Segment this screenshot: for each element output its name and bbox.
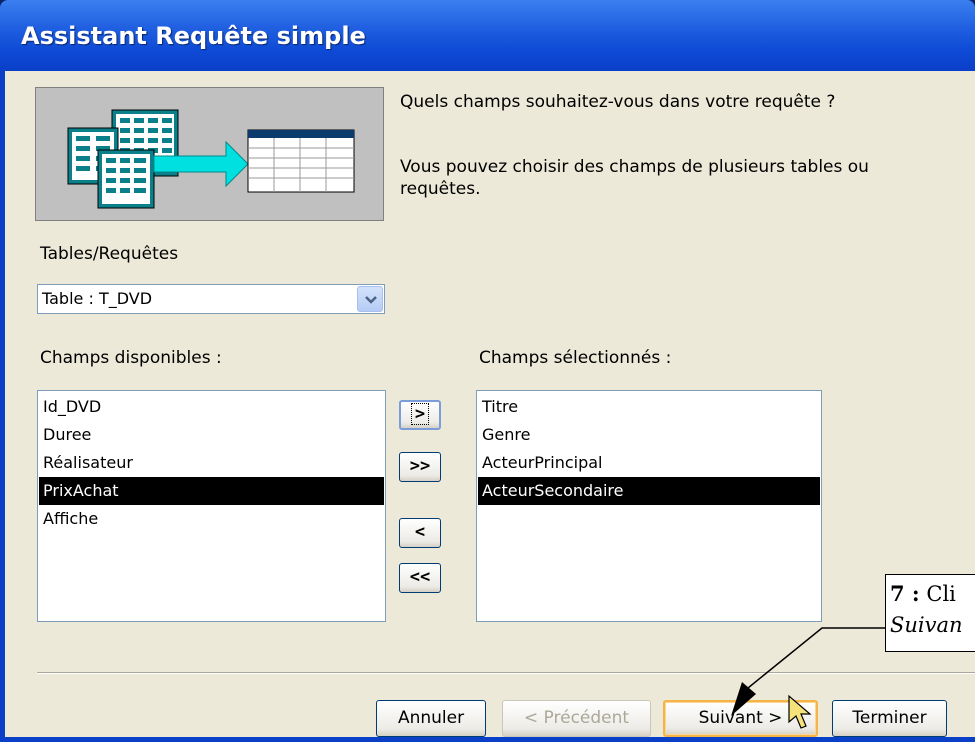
window-frame-bottom [0, 737, 975, 742]
next-button[interactable]: Suivant > [663, 700, 818, 737]
available-fields-list[interactable]: Id_DVD Duree Réalisateur PrixAchat Affic… [37, 390, 386, 622]
available-field-item[interactable]: Duree [39, 421, 384, 449]
selected-fields-label: Champs sélectionnés : [479, 348, 672, 368]
footer-separator [37, 672, 975, 674]
remove-one-button[interactable]: < [399, 518, 441, 548]
callout-line1: 7 : Cli [890, 581, 956, 606]
available-field-item[interactable]: Réalisateur [39, 449, 384, 477]
tables-label: Tables/Requêtes [40, 244, 179, 264]
add-one-label: > [410, 403, 430, 425]
callout-step-number: 7 : [890, 581, 920, 606]
wizard-window: Assistant Requête simple Quels champs so… [0, 0, 975, 742]
selected-field-item-selected[interactable]: ActeurSecondaire [478, 477, 820, 505]
selected-field-item[interactable]: Genre [478, 421, 820, 449]
tables-to-query-icon [67, 109, 355, 209]
add-all-button[interactable]: >> [399, 452, 441, 482]
wizard-illustration [35, 87, 384, 221]
remove-all-button[interactable]: << [399, 563, 441, 593]
finish-button[interactable]: Terminer [832, 700, 947, 737]
available-field-item-selected[interactable]: PrixAchat [39, 477, 384, 505]
tables-dropdown-value: Table : T_DVD [42, 289, 153, 308]
available-field-item[interactable]: Id_DVD [39, 393, 384, 421]
question-text: Quels champs souhaitez-vous dans votre r… [400, 92, 836, 112]
title-bar[interactable]: Assistant Requête simple [0, 0, 975, 71]
available-fields-label: Champs disponibles : [40, 348, 222, 368]
chevron-down-icon[interactable] [357, 286, 383, 312]
hint-text-line2: requêtes. [400, 179, 481, 199]
callout-line1-text: Cli [926, 582, 956, 606]
tutorial-callout: 7 : Cli Suivan [885, 574, 975, 652]
previous-button[interactable]: < Précédent [502, 700, 651, 737]
window-title: Assistant Requête simple [21, 22, 366, 50]
selected-fields-list[interactable]: Titre Genre ActeurPrincipal ActeurSecond… [476, 390, 822, 622]
hint-text-line1: Vous pouvez choisir des champs de plusie… [400, 157, 869, 177]
cancel-button[interactable]: Annuler [376, 700, 486, 737]
available-field-item[interactable]: Affiche [39, 505, 384, 533]
selected-field-item[interactable]: Titre [478, 393, 820, 421]
callout-line2: Suivan [890, 613, 963, 637]
tables-dropdown[interactable]: Table : T_DVD [37, 284, 385, 314]
add-one-button[interactable]: > [399, 400, 441, 430]
selected-field-item[interactable]: ActeurPrincipal [478, 449, 820, 477]
